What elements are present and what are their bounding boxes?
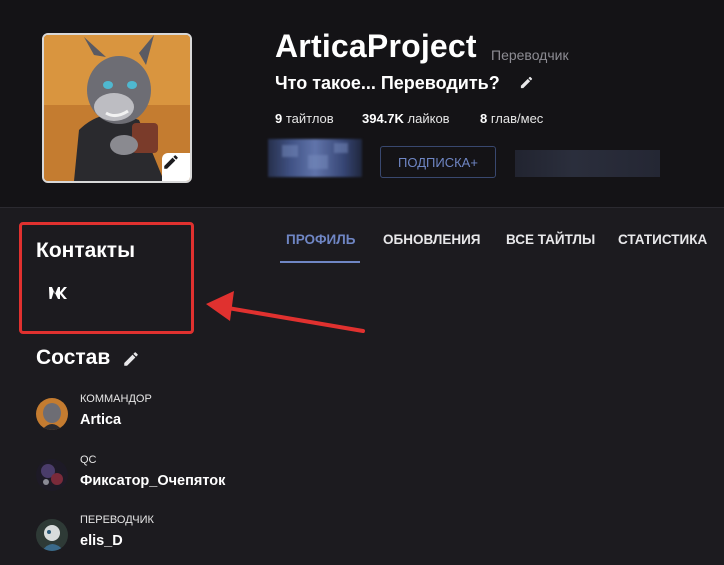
blurred-button[interactable] (268, 139, 362, 177)
profile-page: ArticaProject Переводчик Что такое... Пе… (0, 0, 724, 565)
stat-label: глав/мес (487, 111, 544, 126)
member-avatar (36, 459, 68, 491)
tab-all-titles[interactable]: ВСЕ ТАЙТЛЫ (506, 232, 595, 262)
team-member[interactable]: ПЕРЕВОДЧИК elis_D (36, 514, 296, 565)
team-edit-button[interactable] (122, 350, 140, 373)
contacts-title: Контакты (36, 239, 136, 262)
member-avatar (36, 398, 68, 430)
member-name: elis_D (80, 533, 123, 549)
stat-chapters: 8 глав/мес (480, 111, 543, 126)
tab-profile[interactable]: ПРОФИЛЬ (286, 232, 355, 262)
profile-header: ArticaProject Переводчик Что такое... Пе… (0, 0, 724, 207)
team-member[interactable]: КОММАНДОР Artica (36, 393, 296, 448)
annotation-arrow (206, 291, 365, 333)
pencil-icon (164, 155, 178, 169)
stat-titles: 9 тайтлов (275, 111, 334, 126)
team-title: Состав (36, 346, 111, 369)
member-role: QC (80, 454, 97, 466)
vk-icon[interactable] (48, 286, 70, 304)
profile-role: Переводчик (491, 47, 569, 63)
header-divider (0, 207, 724, 208)
stat-value: 394.7K (362, 111, 404, 126)
pencil-icon (124, 352, 138, 366)
stat-label: лайков (403, 111, 450, 126)
subscribe-button[interactable]: ПОДПИСКА+ (380, 146, 496, 178)
member-name: Artica (80, 412, 122, 428)
member-avatar (36, 519, 68, 551)
stat-label: тайтлов (282, 111, 334, 126)
member-name: Фиксатор_Очепяток (80, 473, 226, 489)
tab-updates[interactable]: ОБНОВЛЕНИЯ (383, 232, 481, 262)
member-role: КОММАНДОР (80, 393, 152, 405)
profile-tagline: Что такое... Переводить? (275, 73, 500, 93)
stat-likes: 394.7K лайков (362, 111, 450, 126)
blurred-info (515, 150, 660, 177)
avatar-edit-button[interactable] (162, 153, 190, 181)
tagline-edit-button[interactable] (519, 75, 534, 95)
tab-statistics[interactable]: СТАТИСТИКА (618, 232, 707, 262)
profile-name: ArticaProject (275, 28, 477, 64)
member-role: ПЕРЕВОДЧИК (80, 514, 154, 526)
pencil-icon (520, 76, 533, 89)
active-tab-underline (280, 261, 360, 263)
team-member[interactable]: QC Фиксатор_Очепяток (36, 454, 296, 509)
vk-logo (49, 287, 67, 299)
profile-avatar[interactable] (42, 33, 192, 183)
